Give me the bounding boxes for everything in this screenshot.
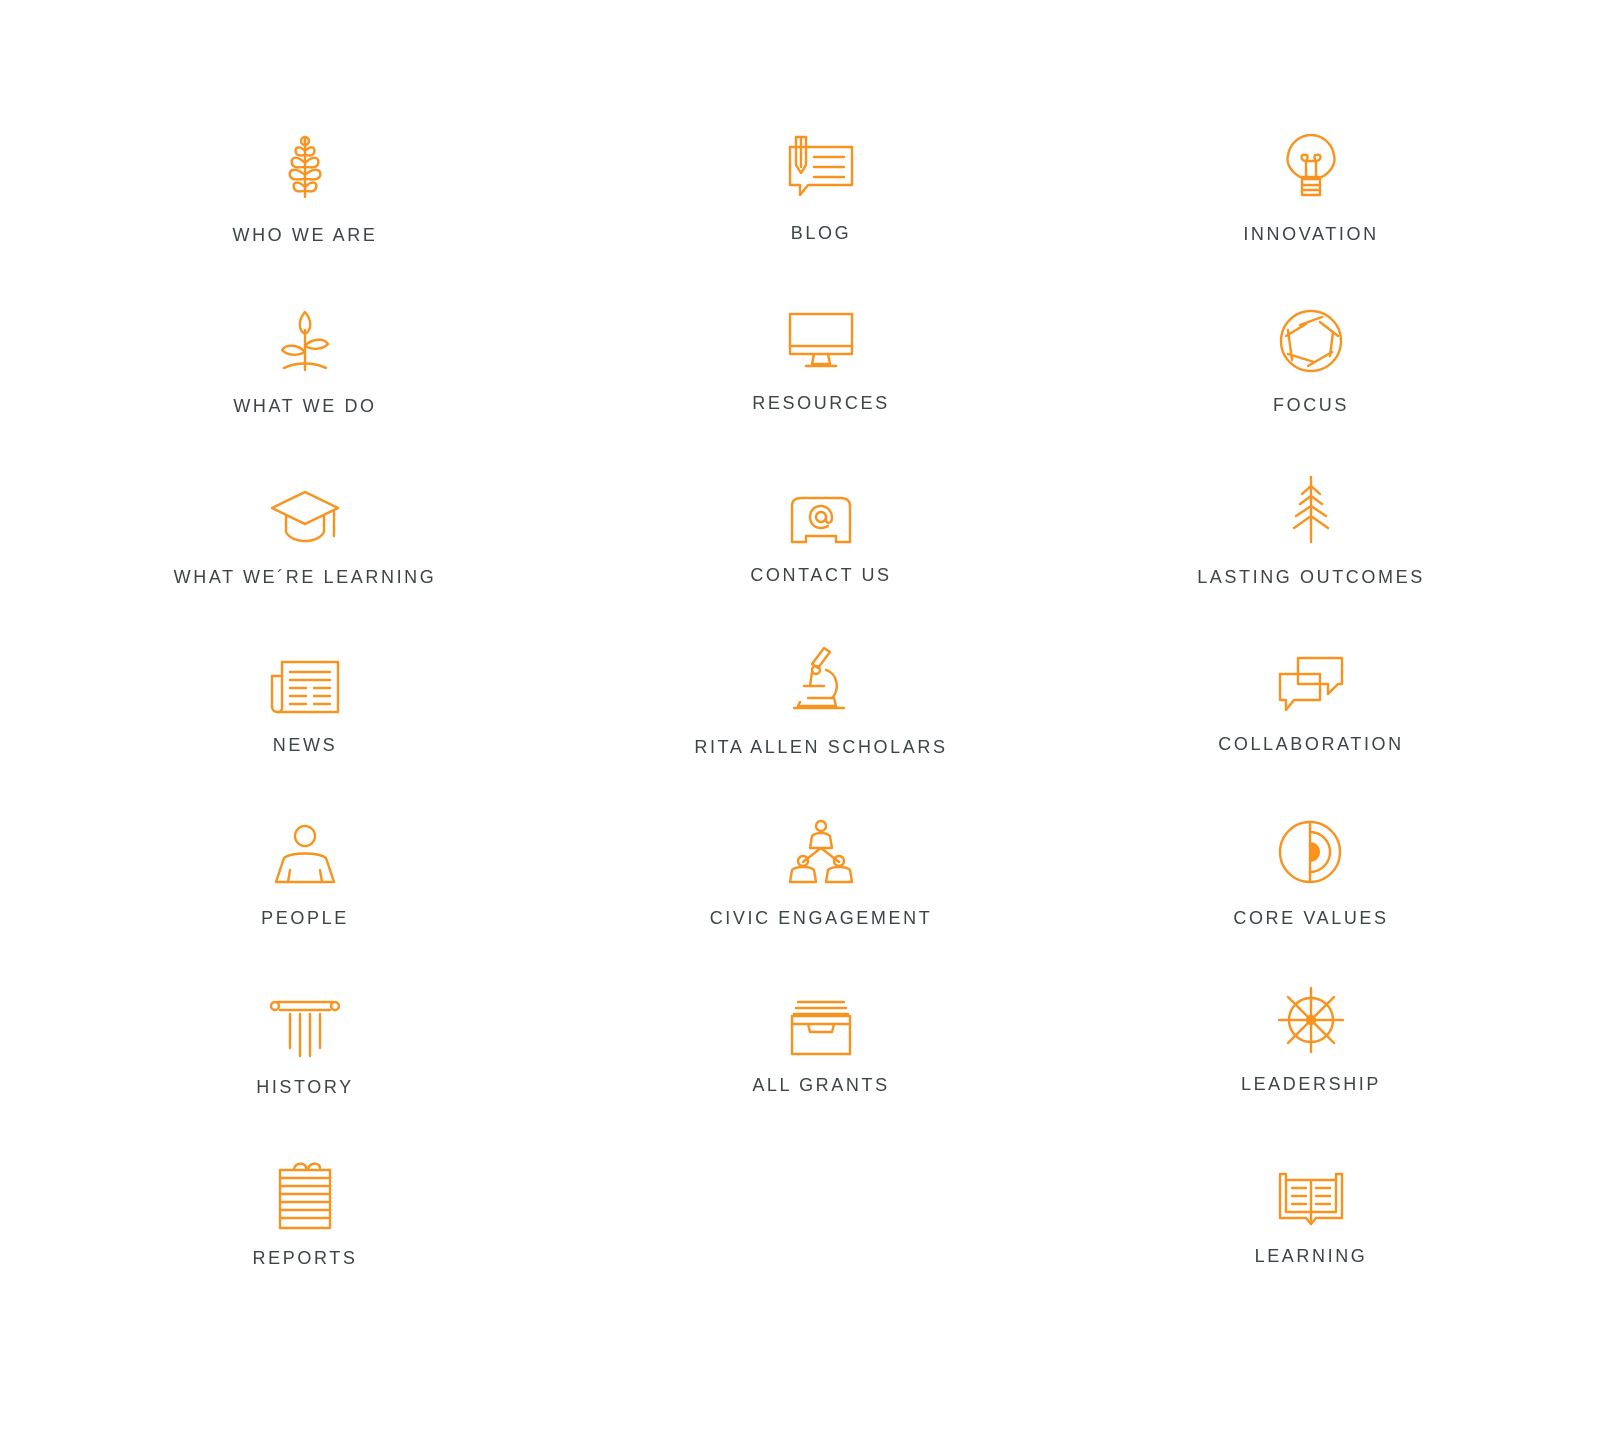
tile-label: PEOPLE [261,908,349,928]
pinecone-icon [270,133,340,203]
tile-label: LASTING OUTCOMES [1197,567,1425,587]
tile-who-we-are[interactable]: WHO WE ARE [95,133,515,273]
icon-grid: WHO WE ARE WHAT WE DO WHAT WE´RE LEARNIN… [0,0,1602,1447]
tile-label: LEADERSHIP [1240,1074,1382,1094]
tile-people[interactable]: PEOPLE [95,822,515,962]
network-people-icon [786,818,856,888]
tile-leadership[interactable]: LEADERSHIP [1101,986,1521,1126]
tile-what-we-do[interactable]: WHAT WE DO [95,306,515,446]
tile-label: ALL GRANTS [752,1075,890,1095]
tile-label: RITA ALLEN SCHOLARS [694,737,948,757]
tile-label: WHO WE ARE [232,225,378,245]
core-circle-icon [1276,820,1346,890]
column-2: BLOG RESOURCES CONTACT US RITA ALLEN SCH… [611,0,1031,1447]
column-icon [270,994,340,1064]
tile-label: FOCUS [1273,395,1349,415]
monitor-icon [786,306,856,376]
tile-label: RESOURCES [752,393,890,413]
tile-core-values[interactable]: CORE VALUES [1101,820,1521,960]
microscope-icon [786,644,856,714]
tile-label: WHAT WE´RE LEARNING [173,567,437,587]
tile-history[interactable]: HISTORY [95,994,515,1134]
email-at-icon [786,486,856,556]
tile-reports[interactable]: REPORTS [95,1162,515,1302]
tile-blog[interactable]: BLOG [611,133,1031,273]
tile-label: REPORTS [252,1248,358,1268]
tile-label: COLLABORATION [1218,734,1404,754]
tile-label: INNOVATION [1243,224,1379,244]
tile-civic-engagement[interactable]: CIVIC ENGAGEMENT [611,818,1031,958]
chat-bubbles-icon [1276,652,1346,722]
tile-lasting-outcomes[interactable]: LASTING OUTCOMES [1101,476,1521,616]
tile-resources[interactable]: RESOURCES [611,306,1031,446]
notepad-icon [270,1162,340,1232]
tile-focus[interactable]: FOCUS [1101,308,1521,448]
pine-tree-icon [1276,476,1346,546]
ship-wheel-icon [1276,986,1346,1056]
speech-pencil-icon [786,133,856,203]
tile-label: CIVIC ENGAGEMENT [709,908,933,928]
column-3: INNOVATION FOCUS LASTING OUTCOMES COLLAB… [1101,0,1521,1447]
tile-rita-allen-scholars[interactable]: RITA ALLEN SCHOLARS [611,644,1031,784]
tile-innovation[interactable]: INNOVATION [1101,133,1521,273]
file-drawer-icon [786,996,856,1066]
tile-learning[interactable]: LEARNING [1101,1166,1521,1306]
tile-label: CORE VALUES [1233,908,1389,928]
column-1: WHO WE ARE WHAT WE DO WHAT WE´RE LEARNIN… [95,0,515,1447]
tile-label: NEWS [272,735,338,755]
tile-collaboration[interactable]: COLLABORATION [1101,652,1521,792]
tile-label: CONTACT US [750,565,892,585]
tile-label: LEARNING [1254,1246,1368,1266]
sprout-icon [270,306,340,376]
person-icon [270,822,340,892]
newspaper-icon [270,654,340,724]
tile-news[interactable]: NEWS [95,654,515,794]
open-book-icon [1276,1166,1346,1236]
tile-label: HISTORY [256,1077,354,1097]
lightbulb-icon [1276,133,1346,203]
aperture-icon [1276,308,1346,378]
graduation-cap-icon [270,486,340,556]
tile-label: BLOG [790,223,852,243]
tile-label: WHAT WE DO [233,396,377,416]
tile-what-were-learning[interactable]: WHAT WE´RE LEARNING [95,486,515,626]
tile-all-grants[interactable]: ALL GRANTS [611,996,1031,1136]
tile-contact-us[interactable]: CONTACT US [611,486,1031,626]
